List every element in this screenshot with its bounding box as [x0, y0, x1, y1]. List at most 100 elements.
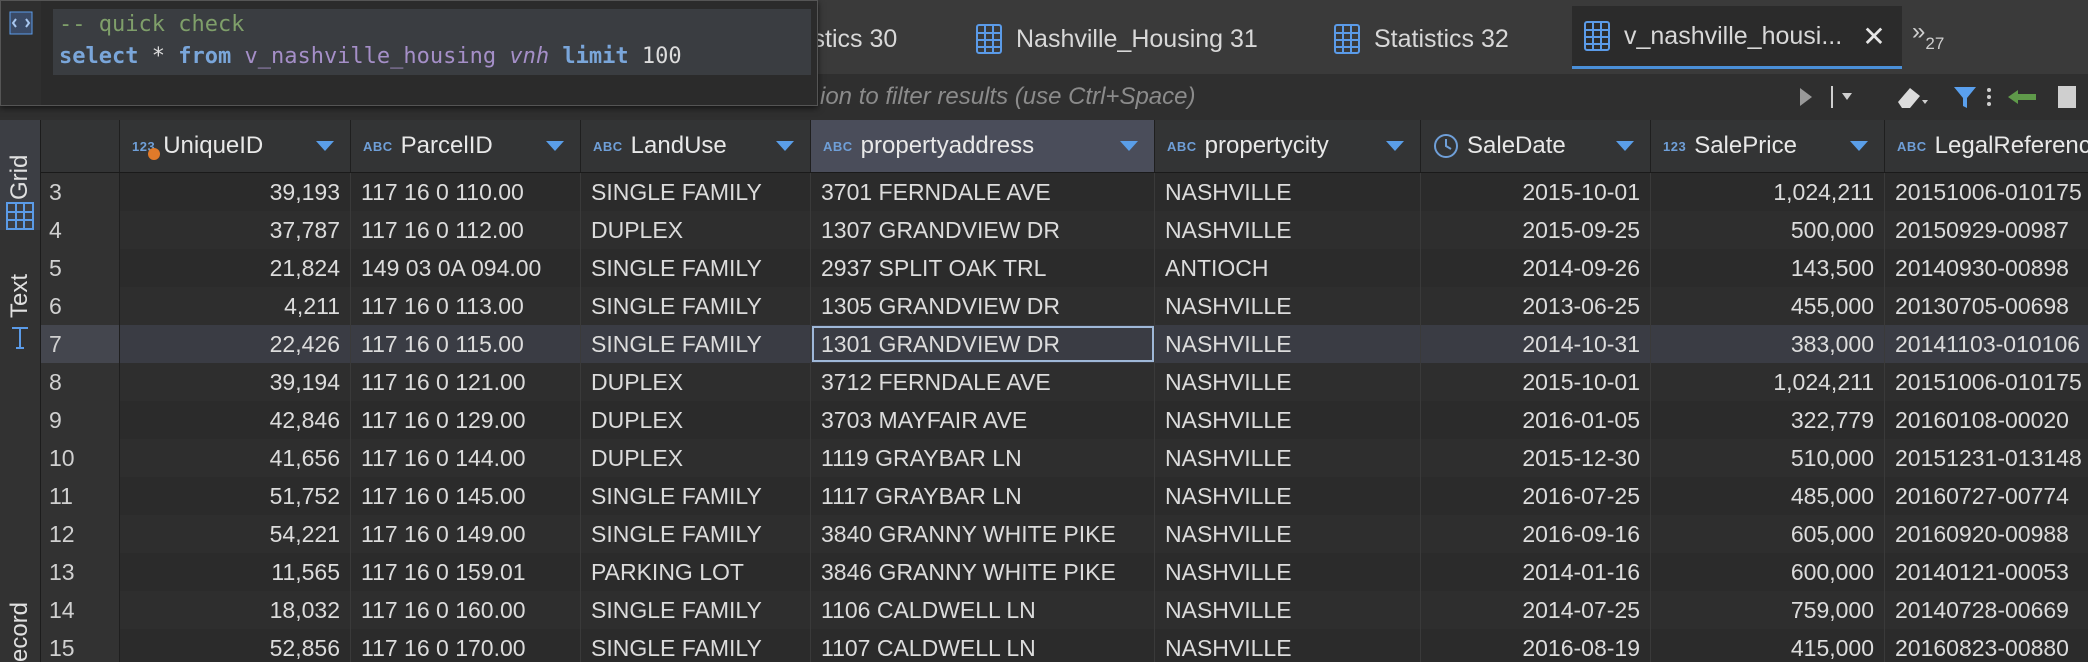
- cell-saleprice[interactable]: 759,000: [1651, 591, 1885, 629]
- cell-propertyaddress[interactable]: 1107 CALDWELL LN: [811, 629, 1155, 662]
- close-icon[interactable]: ✕: [1862, 20, 1885, 53]
- tab-v-nashville-housing[interactable]: v_nashville_housi... ✕: [1572, 6, 1902, 69]
- column-header-landuse[interactable]: ABC LandUse: [581, 120, 811, 172]
- cell-saleprice[interactable]: 485,000: [1651, 477, 1885, 515]
- cell-uniqueid[interactable]: 11,565: [120, 553, 351, 591]
- sort-arrow-icon[interactable]: [546, 141, 564, 151]
- cell-legalreference[interactable]: 20151006-010175: [1885, 173, 2088, 211]
- cell-saleprice[interactable]: 455,000: [1651, 287, 1885, 325]
- cell-saledate[interactable]: 2016-07-25: [1421, 477, 1651, 515]
- cell-propertycity[interactable]: NASHVILLE: [1155, 173, 1421, 211]
- table-row[interactable]: 14 18,032 117 16 0 160.00 SINGLE FAMILY 1106…: [41, 591, 2088, 630]
- cell-saleprice[interactable]: 605,000: [1651, 515, 1885, 553]
- table-row[interactable]: 4 37,787 117 16 0 112.00 DUPLEX 1307 GRANDVI…: [41, 211, 2088, 250]
- funnel-icon[interactable]: [1952, 82, 1978, 112]
- cell-legalreference[interactable]: 20160823-00880: [1885, 629, 2088, 662]
- cell-parcelid[interactable]: 117 16 0 115.00: [351, 325, 581, 363]
- tab-overflow-button[interactable]: »27: [1912, 18, 1944, 54]
- cell-saleprice[interactable]: 415,000: [1651, 629, 1885, 662]
- cell-landuse[interactable]: SINGLE FAMILY: [581, 515, 811, 553]
- column-header-propertyaddress[interactable]: ABC propertyaddress: [811, 120, 1155, 172]
- cell-saledate[interactable]: 2013-06-25: [1421, 287, 1651, 325]
- cell-legalreference[interactable]: 20160727-00774: [1885, 477, 2088, 515]
- play-icon[interactable]: [1796, 82, 1816, 112]
- cell-propertyaddress[interactable]: 2937 SPLIT OAK TRL: [811, 249, 1155, 287]
- row-number[interactable]: 9: [41, 401, 120, 439]
- panel-toggle-icon[interactable]: [2052, 82, 2082, 112]
- cell-saledate[interactable]: 2015-10-01: [1421, 363, 1651, 401]
- table-row[interactable]: 12 54,221 117 16 0 149.00 SINGLE FAMILY 3840…: [41, 515, 2088, 554]
- cell-parcelid[interactable]: 117 16 0 129.00: [351, 401, 581, 439]
- sql-editor-icon[interactable]: [9, 11, 33, 35]
- cell-parcelid[interactable]: 117 16 0 145.00: [351, 477, 581, 515]
- cell-propertycity[interactable]: ANTIOCH: [1155, 249, 1421, 287]
- row-number[interactable]: 15: [41, 629, 120, 662]
- table-row[interactable]: 6 4,211 117 16 0 113.00 SINGLE FAMILY 1305 G…: [41, 287, 2088, 326]
- cell-legalreference[interactable]: 20160108-00020: [1885, 401, 2088, 439]
- cell-parcelid[interactable]: 117 16 0 170.00: [351, 629, 581, 662]
- cell-landuse[interactable]: DUPLEX: [581, 363, 811, 401]
- grid-view-tab[interactable]: Grid: [0, 120, 40, 230]
- cell-landuse[interactable]: SINGLE FAMILY: [581, 591, 811, 629]
- cell-landuse[interactable]: SINGLE FAMILY: [581, 249, 811, 287]
- table-row[interactable]: 10 41,656 117 16 0 144.00 DUPLEX 1119 GRAYBA…: [41, 439, 2088, 478]
- column-header-parcelid[interactable]: ABC ParcelID: [351, 120, 581, 172]
- tab-statistics-32[interactable]: Statistics 32: [1334, 6, 1564, 72]
- cell-propertycity[interactable]: NASHVILLE: [1155, 363, 1421, 401]
- table-row[interactable]: 7 22,426 117 16 0 115.00 SINGLE FAMILY 1301 …: [41, 325, 2088, 364]
- cell-landuse[interactable]: SINGLE FAMILY: [581, 325, 811, 363]
- table-row[interactable]: 5 21,824 149 03 0A 094.00 SINGLE FAMILY 2937…: [41, 249, 2088, 288]
- cell-propertycity[interactable]: NASHVILLE: [1155, 553, 1421, 591]
- cell-saledate[interactable]: 2014-10-31: [1421, 325, 1651, 363]
- cell-saledate[interactable]: 2014-01-16: [1421, 553, 1651, 591]
- row-number[interactable]: 8: [41, 363, 120, 401]
- row-number[interactable]: 6: [41, 287, 120, 325]
- cell-legalreference[interactable]: 20160920-00988: [1885, 515, 2088, 553]
- cell-landuse[interactable]: SINGLE FAMILY: [581, 287, 811, 325]
- cell-propertyaddress[interactable]: 1119 GRAYBAR LN: [811, 439, 1155, 477]
- cell-uniqueid[interactable]: 37,787: [120, 211, 351, 249]
- cell-saleprice[interactable]: 510,000: [1651, 439, 1885, 477]
- cell-saleprice[interactable]: 143,500: [1651, 249, 1885, 287]
- cell-propertycity[interactable]: NASHVILLE: [1155, 211, 1421, 249]
- cell-saleprice[interactable]: 500,000: [1651, 211, 1885, 249]
- table-row[interactable]: 11 51,752 117 16 0 145.00 SINGLE FAMILY 1117…: [41, 477, 2088, 516]
- cell-uniqueid[interactable]: 18,032: [120, 591, 351, 629]
- row-number[interactable]: 4: [41, 211, 120, 249]
- row-number[interactable]: 10: [41, 439, 120, 477]
- column-header-propertycity[interactable]: ABC propertycity: [1155, 120, 1421, 172]
- cell-landuse[interactable]: SINGLE FAMILY: [581, 629, 811, 662]
- cell-landuse[interactable]: PARKING LOT: [581, 553, 811, 591]
- cell-saleprice[interactable]: 383,000: [1651, 325, 1885, 363]
- sql-query-text[interactable]: -- quick check select * from v_nashville…: [53, 9, 811, 75]
- cell-landuse[interactable]: SINGLE FAMILY: [581, 477, 811, 515]
- cell-propertycity[interactable]: NASHVILLE: [1155, 629, 1421, 662]
- cell-uniqueid[interactable]: 22,426: [120, 325, 351, 363]
- cell-parcelid[interactable]: 117 16 0 113.00: [351, 287, 581, 325]
- row-number[interactable]: 12: [41, 515, 120, 553]
- sort-arrow-icon[interactable]: [1616, 141, 1634, 151]
- cell-propertycity[interactable]: NASHVILLE: [1155, 401, 1421, 439]
- cell-saleprice[interactable]: 1,024,211: [1651, 173, 1885, 211]
- cell-landuse[interactable]: DUPLEX: [581, 401, 811, 439]
- cell-parcelid[interactable]: 117 16 0 160.00: [351, 591, 581, 629]
- cell-uniqueid[interactable]: 52,856: [120, 629, 351, 662]
- cell-propertyaddress[interactable]: 1307 GRANDVIEW DR: [811, 211, 1155, 249]
- cell-saleprice[interactable]: 1,024,211: [1651, 363, 1885, 401]
- cell-propertycity[interactable]: NASHVILLE: [1155, 515, 1421, 553]
- tab-nashville-housing-31[interactable]: Nashville_Housing 31: [976, 6, 1306, 72]
- row-number[interactable]: 13: [41, 553, 120, 591]
- cell-landuse[interactable]: DUPLEX: [581, 211, 811, 249]
- cell-legalreference[interactable]: 20151006-010175: [1885, 363, 2088, 401]
- table-row[interactable]: 8 39,194 117 16 0 121.00 DUPLEX 3712 FERNDAL…: [41, 363, 2088, 402]
- cell-saledate[interactable]: 2015-12-30: [1421, 439, 1651, 477]
- row-number-header[interactable]: [41, 120, 120, 172]
- cell-parcelid[interactable]: 117 16 0 110.00: [351, 173, 581, 211]
- sort-arrow-icon[interactable]: [316, 141, 334, 151]
- row-number[interactable]: 5: [41, 249, 120, 287]
- cell-parcelid[interactable]: 117 16 0 112.00: [351, 211, 581, 249]
- cell-legalreference[interactable]: 20130705-00698: [1885, 287, 2088, 325]
- cell-saledate[interactable]: 2016-09-16: [1421, 515, 1651, 553]
- cell-uniqueid[interactable]: 39,193: [120, 173, 351, 211]
- cell-propertycity[interactable]: NASHVILLE: [1155, 325, 1421, 363]
